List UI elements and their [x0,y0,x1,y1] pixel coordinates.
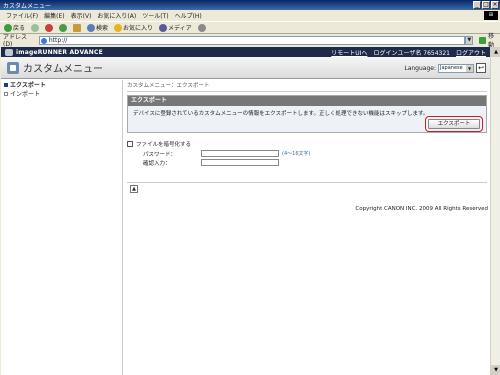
search-label: 検索 [96,25,109,32]
menu-tools[interactable]: ツール(T) [142,11,168,20]
up-arrow-icon: ▲ [132,186,136,192]
export-description: デバイスに登録されているカスタムメニューの情報をエクスポートします。正しく処理で… [133,111,429,117]
sidebar: エクスポート インポート [1,80,123,375]
remote-ui-link[interactable]: リモートUIへ [331,48,367,57]
media-icon [159,23,168,32]
vertical-scrollbar[interactable]: ▲ ▼ [490,47,500,375]
breadcrumb: カスタムメニュー：エクスポート [127,80,487,92]
stop-button[interactable] [45,23,54,32]
copyright: Copyright CANON INC. 2009 All Rights Res… [355,206,488,212]
sidebar-item-import[interactable]: インポート [1,89,122,98]
export-button[interactable]: エクスポート [425,116,483,132]
language-switcher: Language: Japanese ▼ ↩ [404,63,486,73]
media-button[interactable]: メディア [159,23,192,32]
password-hint: (4〜16文字) [282,151,311,157]
minimize-button[interactable]: _ [473,1,481,9]
forward-button[interactable] [31,23,40,32]
content-divider [127,182,487,183]
confirm-row: 確認入力： [127,158,487,167]
star-icon [114,23,123,32]
encryption-options: ファイルを暗号化する パスワード： (4〜16文字) 確認入力： [127,139,487,167]
brand-name: imageRUNNER ADVANCE [16,48,103,56]
scroll-up-button[interactable]: ▲ [491,47,500,57]
language-select[interactable]: Japanese ▼ [438,63,474,73]
address-label: アドレス(D) [3,34,28,48]
favorites-button[interactable]: お気に入り [114,23,153,32]
main-content: カスタムメニュー：エクスポート エクスポート デバイスに登録されているカスタムメ… [127,80,487,167]
menu-edit[interactable]: 編集(E) [44,11,64,20]
menu-view[interactable]: 表示(V) [71,11,92,20]
language-value: Japanese [440,64,463,71]
window-controls: _ □ × [473,1,499,9]
confirm-label: 確認入力： [143,160,171,167]
sidebar-item-label: エクスポート [10,82,46,89]
encrypt-checkbox[interactable] [127,141,133,147]
custom-menu-icon [7,61,19,74]
home-icon [73,23,82,32]
login-user: ログインユーザ名 7654321 [373,50,450,57]
scroll-down-button[interactable]: ▼ [491,365,500,375]
logout-link[interactable]: ログアウト [456,48,486,57]
window-titlebar: カスタムメニュー _ □ × [0,0,500,10]
menu-help[interactable]: ヘルプ(H) [175,11,202,20]
scroll-top-button[interactable]: ▲ [130,185,138,193]
encrypt-row: ファイルを暗号化する [127,139,487,149]
confirm-input[interactable] [201,159,279,166]
favorites-label: お気に入り [123,25,154,32]
bullet-icon [4,82,8,87]
close-button[interactable]: × [491,1,499,9]
menu-bar: ファイル(F) 編集(E) 表示(V) お気に入り(A) ツール(T) ヘルプ(… [0,10,500,21]
address-bar: アドレス(D) http:// ▼ 移動 [0,33,500,49]
return-icon: ↩ [478,64,484,72]
brand-header: imageRUNNER ADVANCE リモートUIへ ログインユーザ名 765… [1,47,490,57]
address-dropdown[interactable]: ▼ [465,35,474,45]
go-arrow-icon [479,36,487,44]
panel-body: デバイスに登録されているカスタムメニューの情報をエクスポートします。正しく処理で… [128,106,486,132]
address-input[interactable]: http:// [38,35,466,45]
export-panel: エクスポート デバイスに登録されているカスタムメニューの情報をエクスポートします… [127,95,487,133]
search-icon [87,23,96,32]
panel-title: エクスポート [128,96,486,106]
sidebar-item-label: インポート [10,91,41,98]
windows-logo-icon: ⊞ [484,11,498,20]
chevron-down-icon: ▼ [466,64,473,72]
menu-file[interactable]: ファイル(F) [6,11,38,20]
window-title: カスタムメニュー [3,2,52,10]
canon-logo-icon [5,48,13,56]
password-label: パスワード： [143,151,177,158]
media-label: メディア [168,25,192,32]
menu-favorites[interactable]: お気に入り(A) [97,11,136,20]
browser-toolbar: 戻る 検索 お気に入り メディア [0,21,500,34]
back-button[interactable]: 戻る [4,23,25,32]
language-label: Language: [404,64,436,72]
encrypt-label: ファイルを暗号化する [136,142,192,148]
refresh-button[interactable] [59,23,68,32]
back-label: 戻る [13,25,26,32]
maximize-button[interactable]: □ [482,1,490,9]
bullet-icon [4,91,8,96]
home-button[interactable] [73,23,82,32]
address-value: http:// [48,36,68,44]
back-to-portal-button[interactable]: ↩ [476,63,486,73]
history-button[interactable] [197,23,206,32]
history-icon [197,23,206,32]
refresh-icon [59,23,68,32]
back-arrow-icon [4,23,12,32]
sidebar-item-export[interactable]: エクスポート [1,80,122,89]
forward-arrow-icon [31,23,40,32]
ie-page-icon [40,37,47,44]
stop-icon [45,23,54,32]
header-links: リモートUIへ ログインユーザ名 7654321 ログアウト [331,48,486,57]
password-row: パスワード： (4〜16文字) [127,149,487,158]
password-input[interactable] [201,150,279,157]
page-title-area: カスタムメニュー Language: Japanese ▼ ↩ [1,57,490,79]
search-button[interactable]: 検索 [87,23,108,32]
page-title: カスタムメニュー [23,64,103,75]
